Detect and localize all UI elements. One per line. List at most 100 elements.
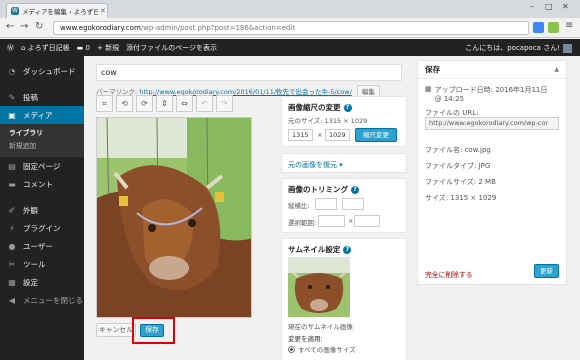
flip-horizontal-icon[interactable]: ⇔ <box>176 95 193 112</box>
my-account-link[interactable]: こんにちは、pocapoca さん! <box>465 43 572 53</box>
sidebar-item-tools[interactable]: ✂ ツール <box>0 255 84 273</box>
file-url-field[interactable]: http://www.egokorodiary.com/wp-cor <box>425 117 559 130</box>
page-icon: ▤ <box>8 161 16 171</box>
site-name: よろず日記帳 <box>27 43 70 52</box>
aspect-ratio-width-input[interactable] <box>315 198 337 210</box>
view-attachment-link[interactable]: 添付ファイルのページを表示 <box>126 43 217 53</box>
wordpress-favicon-icon: W <box>11 7 19 15</box>
restore-original-panel[interactable]: 元の画像を復元 ▾ <box>281 153 407 173</box>
sidebar-item-settings[interactable]: ▦ 設定 <box>0 273 84 291</box>
radio-selected-icon[interactable] <box>288 345 295 353</box>
menu-icon[interactable]: ≡ <box>565 20 573 31</box>
file-type: ファイルタイプ: JPG <box>425 162 491 170</box>
selection-height-input[interactable] <box>354 215 380 227</box>
sidebar-item-label: ダッシュボード <box>23 66 76 76</box>
caret-down-icon: ▾ <box>339 161 343 169</box>
help-icon[interactable]: ? <box>351 185 359 194</box>
sidebar-item-dashboard[interactable]: ◔ ダッシュボード <box>0 62 84 80</box>
sidebar-item-plugins[interactable]: ⚡ プラグイン <box>0 219 84 237</box>
aspect-ratio-label: 縦横比: <box>288 202 310 210</box>
sidebar-item-media[interactable]: ▣ メディア <box>0 106 84 124</box>
url-path: /wp-admin/post.php?post=186&action=edit <box>140 24 296 32</box>
sidebar-item-label: ツール <box>23 259 46 269</box>
delete-permanently-link[interactable]: 完全に削除する <box>425 269 473 279</box>
scale-height-input[interactable]: 1029 <box>325 129 350 141</box>
reload-icon[interactable]: ↻ <box>35 21 43 32</box>
brush-icon: ✐ <box>8 205 16 215</box>
user-icon: ● <box>8 241 16 251</box>
scale-panel-title: 画像縮尺の変更 <box>288 103 341 112</box>
maximize-icon[interactable]: □ <box>545 2 553 11</box>
highlight-box <box>132 317 175 344</box>
undo-icon[interactable]: ↶ <box>196 95 213 112</box>
apply-changes-label: 変更を適用: <box>288 335 323 343</box>
restore-original-link[interactable]: 元の画像を復元 ▾ <box>288 160 343 170</box>
submenu-library[interactable]: ライブラリ <box>0 127 84 140</box>
sidebar-item-label: ユーザー <box>23 241 53 251</box>
scale-panel-header: 画像縮尺の変更? <box>288 102 352 113</box>
wrench-icon: ✂ <box>8 259 16 269</box>
rotate-right-icon[interactable]: ⟳ <box>136 95 153 112</box>
sidebar-item-label: 設定 <box>23 277 38 287</box>
flip-vertical-icon[interactable]: ⇕ <box>156 95 173 112</box>
apply-all-sizes-option[interactable]: すべての画像サイズ <box>288 344 356 354</box>
sidebar-item-comments[interactable]: ▬ コメント <box>0 175 84 193</box>
site-name-link[interactable]: ⌂ よろず日記帳 <box>21 43 70 53</box>
greeting: こんにちは、pocapoca さん! <box>465 44 560 52</box>
edit-media-content: cow パーマリンク: http://www.egokorodiary.com/… <box>84 56 580 360</box>
new-content-link[interactable]: + 新規 <box>97 43 119 53</box>
thumbnail-settings-panel: サムネイル設定? 現在のサムネイル画像 変更を適用: すべての画像サイズ <box>281 238 407 360</box>
minimize-icon[interactable]: – <box>530 2 534 11</box>
scale-width-input[interactable]: 1315 <box>288 129 313 141</box>
cancel-button[interactable]: キャンセル <box>96 323 136 337</box>
times-sign: × <box>348 217 354 225</box>
comments-link[interactable]: ▬ 0 <box>77 44 90 52</box>
tab-close-icon[interactable]: ✕ <box>100 7 106 15</box>
submenu-add-new[interactable]: 新規追加 <box>0 140 84 153</box>
selection-label: 選択範囲: <box>288 219 317 227</box>
comment-icon: ▬ <box>8 179 16 189</box>
sidebar-item-pages[interactable]: ▤ 固定ページ <box>0 157 84 175</box>
sidebar-item-users[interactable]: ● ユーザー <box>0 237 84 255</box>
rotate-left-icon[interactable]: ⟲ <box>116 95 133 112</box>
browser-tab[interactable]: W メディアを編集 ‹ よろず日記帳 ✕ <box>6 3 108 18</box>
collapse-arrow-icon[interactable]: ▲ <box>554 66 559 73</box>
wp-admin-bar: Ⓦ ⌂ よろず日記帳 ▬ 0 + 新規 添付ファイルのページを表示 こんにちは、… <box>0 39 580 56</box>
extension-icon[interactable] <box>533 22 544 33</box>
file-size: ファイルサイズ: 2 MB <box>425 178 496 186</box>
update-button[interactable]: 更新 <box>534 264 559 278</box>
help-icon[interactable]: ? <box>343 245 352 254</box>
title-input[interactable]: cow <box>96 64 402 81</box>
thumbnail-panel-header: サムネイル設定? <box>288 244 352 255</box>
back-icon[interactable]: ← <box>6 21 14 32</box>
extension-icon[interactable] <box>548 22 559 33</box>
help-icon[interactable]: ? <box>343 103 352 112</box>
crop-icon[interactable]: ⌗ <box>96 95 113 112</box>
sidebar-item-appearance[interactable]: ✐ 外観 <box>0 201 84 219</box>
admin-sidebar: ◔ ダッシュボード ✎ 投稿 ▣ メディア ライブラリ 新規追加 ▤ 固定ページ ▬ コメ… <box>0 56 84 360</box>
current-thumbnail-label: 現在のサムネイル画像 <box>288 323 353 331</box>
close-window-icon[interactable]: ✕ <box>562 2 569 11</box>
crop-panel-title: 画像のトリミング <box>288 185 348 194</box>
sidebar-item-label: 外観 <box>23 205 38 215</box>
sidebar-item-posts[interactable]: ✎ 投稿 <box>0 88 84 106</box>
sidebar-item-collapse[interactable]: ◀ メニューを閉じる <box>0 291 84 309</box>
redo-icon[interactable]: ↷ <box>216 95 233 112</box>
image-preview[interactable] <box>96 117 252 318</box>
comments-count: 0 <box>85 43 90 52</box>
address-bar[interactable]: www.egokorodiary.com/wp-admin/post.php?p… <box>53 21 529 35</box>
sidebar-item-label: プラグイン <box>23 223 61 233</box>
tab-title: メディアを編集 ‹ よろず日記帳 <box>22 8 98 16</box>
wordpress-logo-icon[interactable]: Ⓦ <box>7 43 14 53</box>
cow-thumbnail <box>288 257 350 317</box>
save-box-header: 保存 <box>418 61 566 79</box>
forward-icon[interactable]: → <box>20 21 28 32</box>
aspect-ratio-height-input[interactable] <box>342 198 364 210</box>
scale-button[interactable]: 縮尺変更 <box>355 128 397 142</box>
save-box-title: 保存 <box>425 65 440 74</box>
upload-date-row: ▦ アップロード日時: 2016年1月11日 @ 14:25 <box>425 85 555 103</box>
browser-tab-bar: W メディアを編集 ‹ よろず日記帳 ✕ – □ ✕ <box>0 0 580 18</box>
selection-width-input[interactable] <box>318 215 345 227</box>
media-icon: ▣ <box>8 110 16 120</box>
plus-icon: + <box>97 43 103 52</box>
